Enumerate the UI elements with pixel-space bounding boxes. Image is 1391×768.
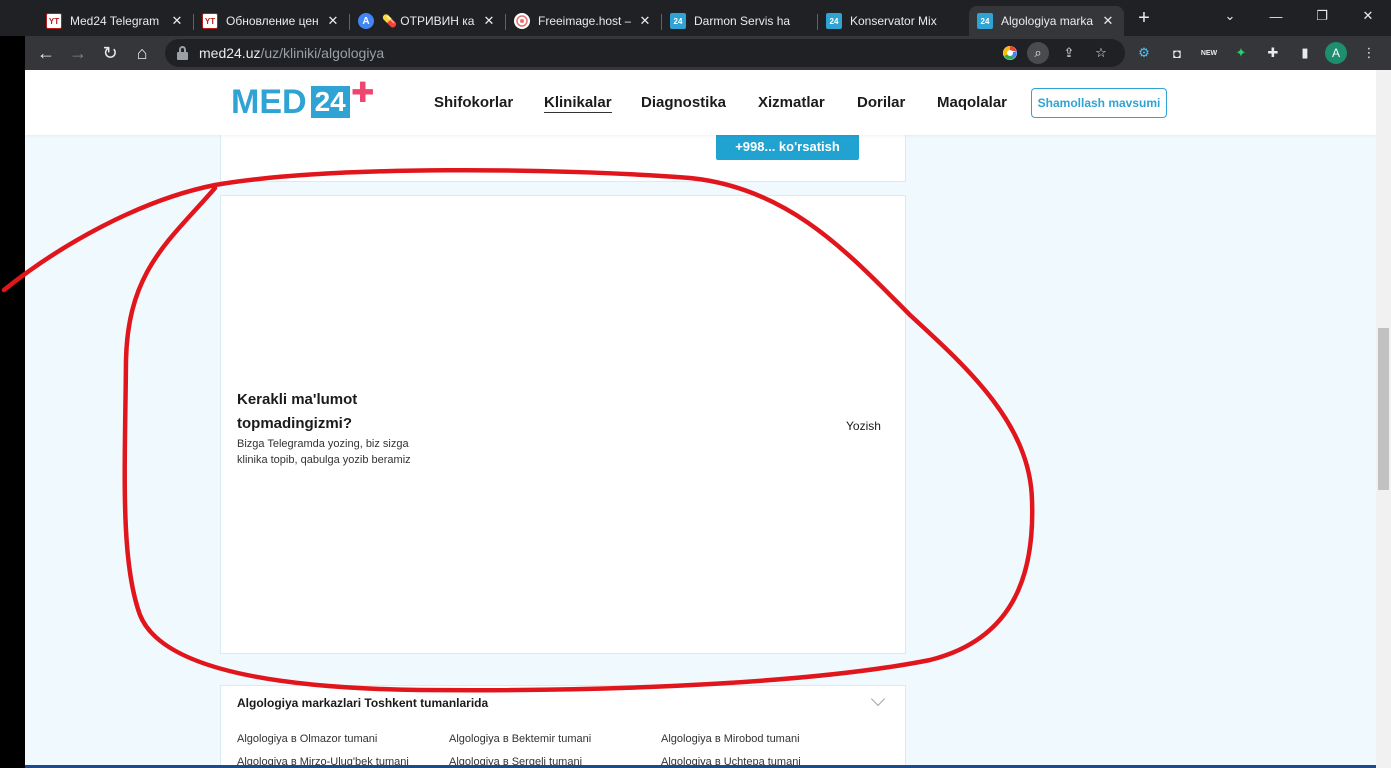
med24-icon: 24 <box>826 13 842 29</box>
yt-icon: YT <box>202 13 218 29</box>
browser-toolbar: ← → ↻ ⌂ med24.uz/uz/kliniki/algologiya ⌕… <box>25 36 1391 70</box>
new-extension-icon[interactable]: NEW <box>1198 42 1220 64</box>
show-phone-button[interactable]: +998... ko'rsatish <box>716 132 859 160</box>
district-link[interactable]: Algologiya в Bektemir tumani <box>449 733 591 745</box>
tab-title: Freeimage.host – <box>538 14 631 28</box>
tab-price-update[interactable]: YT Обновление цен ✕ <box>194 6 349 36</box>
freeimage-icon <box>514 13 530 29</box>
tab-konservator[interactable]: 24 Konservator Mix <box>818 6 968 36</box>
puzzle-icon[interactable]: ✚ <box>1262 42 1284 64</box>
not-found-description: Bizga Telegramda yozing, biz sizga klini… <box>237 438 411 466</box>
tab-title: Darmon Servis ha <box>694 14 791 28</box>
back-arrow-icon[interactable]: ← <box>33 40 59 66</box>
med24-logo[interactable]: MED 24 ✚ <box>231 77 374 121</box>
nav-medicines[interactable]: Dorilar <box>857 94 905 111</box>
districts-title: Algologiya markazlari Toshkent tumanlari… <box>237 696 489 710</box>
avatar[interactable]: A <box>1325 42 1347 64</box>
zoom-icon[interactable]: ⌕ <box>1027 42 1049 64</box>
tab-title: Med24 Telegram <box>70 14 160 28</box>
med24-icon: 24 <box>670 13 686 29</box>
write-link[interactable]: Yozish <box>846 419 881 433</box>
tab-freeimage[interactable]: Freeimage.host – ✕ <box>506 6 661 36</box>
close-icon[interactable]: ✕ <box>169 13 185 29</box>
nav-clinics[interactable]: Klinikalar <box>544 94 612 113</box>
tab-title: 💊 ОТРИВИН ка <box>382 14 475 28</box>
home-icon[interactable]: ⌂ <box>129 40 155 66</box>
nav-articles[interactable]: Maqolalar <box>937 94 1007 111</box>
tab-title: Konservator Mix <box>850 14 937 28</box>
nav-diagnostics[interactable]: Diagnostika <box>641 94 726 111</box>
url-text: med24.uz/uz/kliniki/algologiya <box>199 45 385 61</box>
yt-icon: YT <box>46 13 62 29</box>
nav-services[interactable]: Xizmatlar <box>758 94 825 111</box>
districts-accordion[interactable]: Algologiya markazlari Toshkent tumanlari… <box>220 685 906 768</box>
tab-algologiya[interactable]: 24 Algologiya marka ✕ <box>969 6 1124 36</box>
minimize-icon[interactable]: — <box>1253 0 1299 32</box>
scrollbar-thumb[interactable] <box>1378 328 1389 490</box>
kebab-menu-icon[interactable]: ⋮ <box>1358 42 1380 64</box>
cold-season-button[interactable]: Shamollash mavsumi <box>1031 88 1167 118</box>
close-icon[interactable]: ✕ <box>481 13 497 29</box>
left-edge <box>0 36 25 768</box>
restore-icon[interactable]: ❐ <box>1299 0 1345 32</box>
camera-icon[interactable]: ◘ <box>1166 42 1188 64</box>
site-header: MED 24 ✚ Shifokorlar Klinikalar Diagnost… <box>25 70 1376 135</box>
new-tab-plus-icon[interactable]: + <box>1132 6 1156 30</box>
a-icon: A <box>358 13 374 29</box>
tab-search-chevron-icon[interactable]: ⌄ <box>1207 0 1253 32</box>
page-viewport: +998... ko'rsatish Kerakli ma'lumot topm… <box>25 70 1391 768</box>
reload-icon[interactable]: ↻ <box>97 40 123 66</box>
share-icon[interactable]: ⇪ <box>1058 42 1080 64</box>
close-icon[interactable]: ✕ <box>325 13 341 29</box>
address-bar[interactable]: med24.uz/uz/kliniki/algologiya ⌕ ⇪ ☆ <box>165 39 1125 67</box>
forward-arrow-icon[interactable]: → <box>65 40 91 66</box>
district-link[interactable]: Algologiya в Mirobod tumani <box>661 733 800 745</box>
not-found-card: Kerakli ma'lumot topmadingizmi? Bizga Te… <box>220 195 906 654</box>
tab-otrivin[interactable]: A 💊 ОТРИВИН ка ✕ <box>350 6 505 36</box>
tab-title: Algologiya marka <box>1001 14 1094 28</box>
tab-darmon-servis[interactable]: 24 Darmon Servis ha <box>662 6 817 36</box>
tab-title: Обновление цен <box>226 14 319 28</box>
logo-number: 24 <box>310 86 350 118</box>
tab-med24-telegram[interactable]: YT Med24 Telegram ✕ <box>38 6 193 36</box>
med24-icon: 24 <box>977 13 993 29</box>
nav-doctors[interactable]: Shifokorlar <box>434 94 513 111</box>
close-icon[interactable]: ✕ <box>1100 13 1116 29</box>
lock-icon[interactable] <box>177 46 188 60</box>
tab-strip: YT Med24 Telegram ✕ YT Обновление цен ✕ … <box>0 0 1391 36</box>
side-panel-icon[interactable]: ▮ <box>1294 42 1316 64</box>
close-window-icon[interactable]: ✕ <box>1345 0 1391 32</box>
plus-icon: ✚ <box>351 77 375 108</box>
close-icon[interactable]: ✕ <box>637 13 653 29</box>
google-icon[interactable] <box>999 42 1021 64</box>
chevron-down-icon[interactable] <box>870 691 886 707</box>
district-link[interactable]: Algologiya в Olmazor tumani <box>237 733 377 745</box>
extension-translate-icon[interactable]: ⚙ <box>1133 42 1155 64</box>
bookmark-star-icon[interactable]: ☆ <box>1090 42 1112 64</box>
logo-text: MED <box>231 83 307 121</box>
extension-leaf-icon[interactable]: ✦ <box>1230 42 1252 64</box>
not-found-title: Kerakli ma'lumot topmadingizmi? <box>237 391 358 432</box>
